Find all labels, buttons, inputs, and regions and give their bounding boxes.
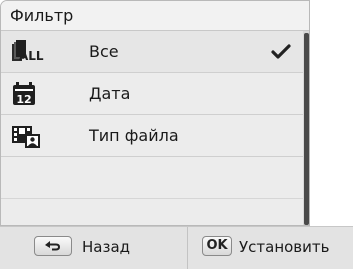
filter-option-file-type[interactable]: Тип файла: [1, 115, 303, 157]
set-button[interactable]: OK Установить: [188, 227, 353, 269]
set-label: Установить: [239, 238, 330, 256]
filter-option-label: Тип файла: [89, 126, 179, 145]
back-key: [34, 236, 72, 256]
filter-option-label: Все: [89, 42, 119, 61]
filter-option-label: Дата: [89, 84, 131, 103]
calendar-icon-text: 12: [16, 93, 31, 106]
back-button[interactable]: Назад: [0, 227, 188, 269]
calendar-icon: 12: [13, 82, 35, 106]
empty-row: [1, 157, 303, 199]
filter-list: ALL Все 12 Дата Тип файла: [1, 31, 303, 225]
ok-key: OK: [202, 236, 232, 256]
menu-title: Фильтр: [1, 1, 309, 31]
scrollbar[interactable]: [303, 31, 309, 225]
filter-option-all[interactable]: ALL Все: [1, 31, 303, 73]
scrollbar-thumb[interactable]: [304, 33, 309, 225]
filter-screen: Фильтр ALL Все 12 Дата Тип файла Назад O…: [0, 0, 353, 269]
back-label: Назад: [82, 238, 131, 256]
bottom-bar: Назад OK Установить: [0, 226, 353, 269]
all-icon-text: ALL: [19, 49, 44, 63]
filter-option-date[interactable]: 12 Дата: [1, 73, 303, 115]
return-arrow-icon: [45, 241, 60, 251]
filter-menu: Фильтр ALL Все 12 Дата Тип файла: [0, 0, 310, 226]
file-type-icon: [12, 126, 40, 148]
all-icon: ALL: [12, 40, 44, 63]
checkmark-icon: [271, 44, 291, 59]
